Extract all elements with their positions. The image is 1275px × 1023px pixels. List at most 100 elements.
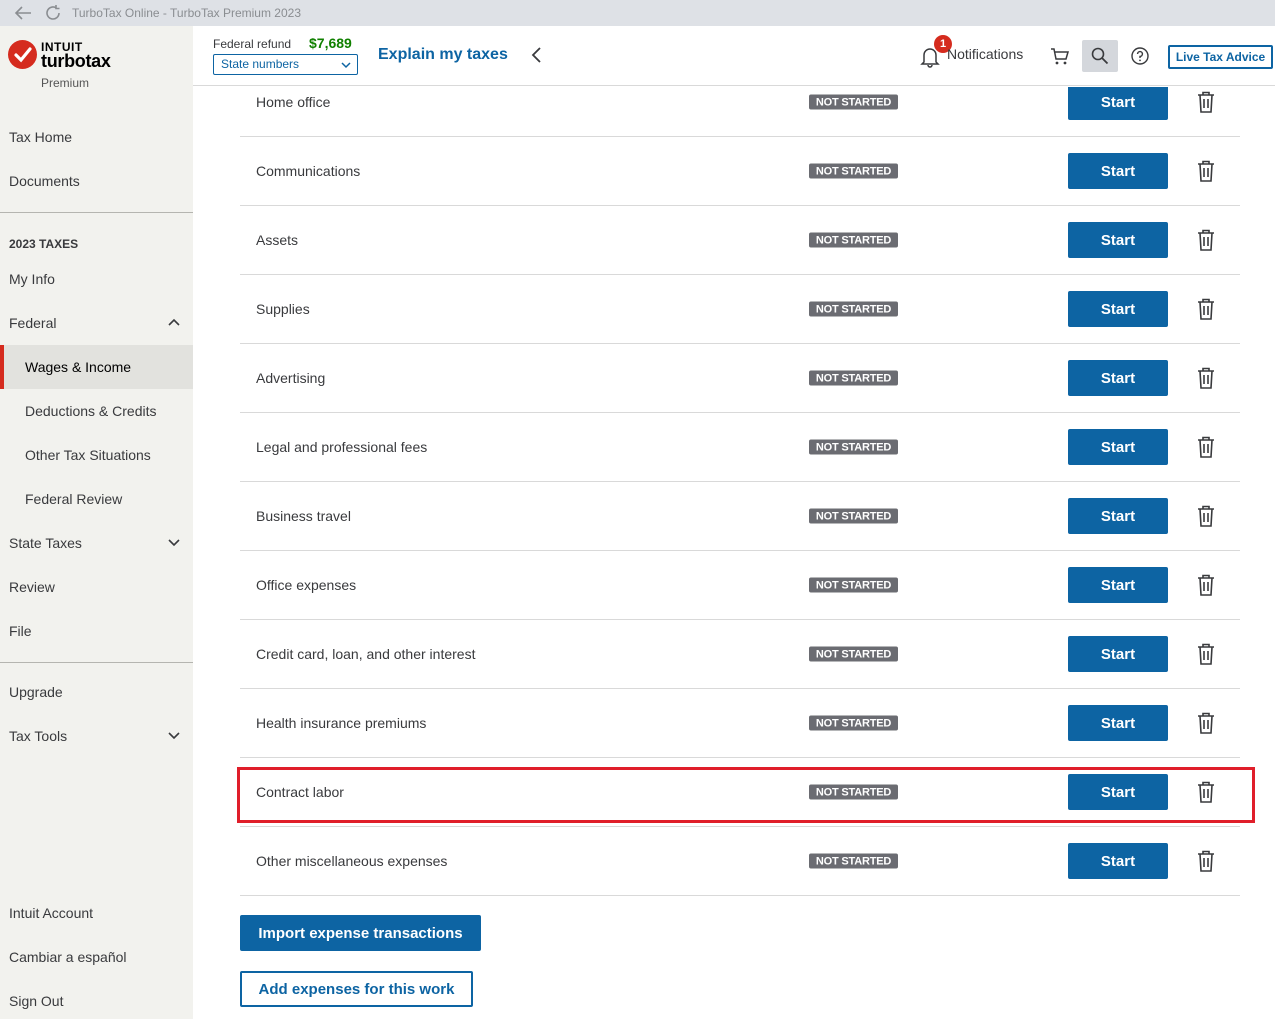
- expense-label: Advertising: [256, 370, 326, 386]
- explain-my-taxes-link[interactable]: Explain my taxes: [378, 46, 508, 64]
- turbotax-logo[interactable]: INTUIT turbotax Premium: [8, 40, 188, 100]
- status-badge: NOT STARTED: [809, 163, 898, 179]
- status-badge: NOT STARTED: [809, 94, 898, 110]
- window-title: TurboTax Online - TurboTax Premium 2023: [72, 6, 301, 20]
- sidebar-item-other-tax-situations[interactable]: Other Tax Situations: [0, 433, 193, 477]
- sidebar-item-deductions-credits[interactable]: Deductions & Credits: [0, 389, 193, 433]
- expense-row: Business travel NOT STARTED Start: [240, 482, 1240, 551]
- expense-row: Health insurance premiums NOT STARTED Star…: [240, 689, 1240, 758]
- cart-icon[interactable]: [1050, 46, 1070, 66]
- expense-row: Legal and professional fees NOT STARTED St…: [240, 413, 1240, 482]
- sidebar-item-file[interactable]: File: [0, 609, 193, 653]
- expense-row: Other miscellaneous expenses NOT STARTED S…: [240, 827, 1240, 896]
- trash-icon[interactable]: [1195, 366, 1217, 390]
- expense-label: Assets: [256, 232, 299, 248]
- reload-icon[interactable]: [42, 2, 64, 24]
- sidebar-item-my-info[interactable]: My Info: [0, 257, 193, 301]
- expense-row: Advertising NOT STARTED Start: [240, 344, 1240, 413]
- trash-icon[interactable]: [1195, 228, 1217, 252]
- notifications-label[interactable]: Notifications: [947, 46, 1023, 62]
- expense-label: Supplies: [256, 301, 310, 317]
- sidebar-item-upgrade[interactable]: Upgrade: [0, 670, 193, 714]
- expense-label: Legal and professional fees: [256, 439, 428, 455]
- trash-icon[interactable]: [1195, 642, 1217, 666]
- sidebar-item-label: Federal: [9, 315, 57, 331]
- sidebar-item-sign-out[interactable]: Sign Out: [0, 979, 193, 1023]
- start-button[interactable]: Start: [1068, 498, 1168, 534]
- trash-icon[interactable]: [1195, 711, 1217, 735]
- sidebar-divider: [0, 212, 193, 213]
- sidebar: INTUIT turbotax Premium Tax Home Documen…: [0, 26, 193, 1019]
- trash-icon[interactable]: [1195, 435, 1217, 459]
- start-button[interactable]: Start: [1068, 843, 1168, 879]
- expense-row: Credit card, loan, and other interest NOT…: [240, 620, 1240, 689]
- state-numbers-label: State numbers: [221, 57, 300, 71]
- import-expense-transactions-button[interactable]: Import expense transactions: [240, 915, 481, 951]
- live-tax-advice-button[interactable]: Live Tax Advice: [1168, 45, 1273, 69]
- federal-refund-amount: $7,689: [309, 35, 352, 51]
- sidebar-item-federal-review[interactable]: Federal Review: [0, 477, 193, 521]
- sidebar-item-intuit-account[interactable]: Intuit Account: [0, 891, 193, 935]
- expense-row: Communications NOT STARTED Start: [240, 137, 1240, 206]
- start-button[interactable]: Start: [1068, 429, 1168, 465]
- sidebar-item-tax-home[interactable]: Tax Home: [0, 115, 193, 159]
- federal-refund-label: Federal refund: [213, 37, 292, 51]
- chevron-up-icon: [168, 318, 180, 326]
- sidebar-item-label: Tax Tools: [9, 728, 68, 744]
- help-icon[interactable]: [1131, 47, 1149, 65]
- status-badge: NOT STARTED: [809, 439, 898, 455]
- add-expenses-button[interactable]: Add expenses for this work: [240, 971, 473, 1007]
- expense-label: Credit card, loan, and other interest: [256, 646, 476, 662]
- start-button[interactable]: Start: [1068, 360, 1168, 396]
- sidebar-item-wages-income[interactable]: Wages & Income: [0, 345, 193, 389]
- trash-icon[interactable]: [1195, 297, 1217, 321]
- sidebar-item-spanish[interactable]: Cambiar a español: [0, 935, 193, 979]
- highlight-box: [237, 767, 1255, 823]
- start-button[interactable]: Start: [1068, 222, 1168, 258]
- expense-label: Office expenses: [256, 577, 357, 593]
- start-button[interactable]: Start: [1068, 87, 1168, 120]
- status-badge: NOT STARTED: [809, 232, 898, 248]
- chevron-down-icon: [168, 732, 180, 740]
- chevron-down-icon: [341, 62, 351, 69]
- expense-row: Home office NOT STARTED Start: [240, 87, 1240, 137]
- sidebar-item-federal[interactable]: Federal: [0, 301, 193, 345]
- expense-label: Business travel: [256, 508, 351, 524]
- trash-icon[interactable]: [1195, 90, 1217, 114]
- status-badge: NOT STARTED: [809, 301, 898, 317]
- start-button[interactable]: Start: [1068, 291, 1168, 327]
- sidebar-item-documents[interactable]: Documents: [0, 159, 193, 203]
- start-button[interactable]: Start: [1068, 153, 1168, 189]
- expense-label: Health insurance premiums: [256, 715, 427, 731]
- expense-row: Assets NOT STARTED Start: [240, 206, 1240, 275]
- chevron-left-icon[interactable]: [529, 46, 543, 64]
- search-button[interactable]: [1082, 40, 1118, 72]
- search-icon: [1091, 47, 1109, 65]
- sidebar-item-review[interactable]: Review: [0, 565, 193, 609]
- checkmark-logo-icon: [8, 40, 37, 69]
- turbotax-wordmark: turbotax: [41, 51, 111, 71]
- trash-icon[interactable]: [1195, 504, 1217, 528]
- expense-row: Office expenses NOT STARTED Start: [240, 551, 1240, 620]
- trash-icon[interactable]: [1195, 159, 1217, 183]
- state-numbers-dropdown[interactable]: State numbers: [213, 54, 358, 75]
- status-badge: NOT STARTED: [809, 508, 898, 524]
- expense-label: Home office: [256, 94, 331, 110]
- chevron-down-icon: [168, 539, 180, 547]
- top-header: Federal refund $7,689 State numbers Expl…: [193, 26, 1275, 86]
- start-button[interactable]: Start: [1068, 636, 1168, 672]
- start-button[interactable]: Start: [1068, 567, 1168, 603]
- sidebar-section-heading: 2023 TAXES: [9, 237, 79, 251]
- back-arrow-icon[interactable]: [12, 2, 34, 24]
- status-badge: NOT STARTED: [809, 577, 898, 593]
- expense-label: Communications: [256, 163, 361, 179]
- sidebar-item-state-taxes[interactable]: State Taxes: [0, 521, 193, 565]
- status-badge: NOT STARTED: [809, 853, 898, 869]
- status-badge: NOT STARTED: [809, 646, 898, 662]
- trash-icon[interactable]: [1195, 573, 1217, 597]
- trash-icon[interactable]: [1195, 849, 1217, 873]
- edition-label: Premium: [41, 76, 90, 90]
- sidebar-divider: [0, 662, 193, 663]
- sidebar-item-tax-tools[interactable]: Tax Tools: [0, 714, 193, 758]
- start-button[interactable]: Start: [1068, 705, 1168, 741]
